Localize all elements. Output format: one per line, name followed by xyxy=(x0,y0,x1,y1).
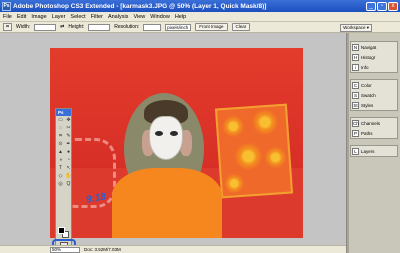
clone-stamp-icon[interactable]: ▲ xyxy=(57,149,64,156)
document-size-info[interactable]: Doc: 3.52M/7.03M xyxy=(84,247,121,252)
photoshop-app-icon: Ps xyxy=(2,1,11,11)
menu-layer[interactable]: Layer xyxy=(52,14,66,20)
panel-paths[interactable]: P Paths xyxy=(351,128,397,138)
tools-panel-header[interactable]: Ps xyxy=(56,109,71,116)
eraser-tool-icon[interactable]: ◑ xyxy=(57,157,64,164)
panel-label: Info xyxy=(361,64,369,70)
flower xyxy=(263,145,288,170)
panel-dock: N Navigat H Histogr i Info C Color S Swa… xyxy=(346,33,400,253)
document-canvas[interactable] xyxy=(50,48,303,238)
close-button[interactable]: x xyxy=(388,1,398,11)
color-icon: C xyxy=(352,81,359,89)
healing-brush-icon[interactable]: ⊙ xyxy=(57,141,64,148)
dock-collapse-strip[interactable] xyxy=(347,33,349,253)
swatches-icon: S xyxy=(352,91,359,99)
crop-tool-icon[interactable]: ⌗ xyxy=(57,133,64,140)
panel-histogram[interactable]: H Histogr xyxy=(351,52,397,62)
panel-label: Layers xyxy=(361,148,375,154)
panel-label: Paths xyxy=(361,130,373,136)
layers-icon: L xyxy=(352,147,359,155)
brush-tool-icon[interactable]: ✒ xyxy=(65,141,72,148)
lasso-tool-icon[interactable]: ◌ xyxy=(57,125,64,132)
paths-icon: P xyxy=(352,129,359,137)
panel-label: Histogr xyxy=(361,54,376,60)
orange-shirt xyxy=(112,168,222,238)
panel-label: Channels xyxy=(361,120,381,126)
hand-tool-icon[interactable]: ✋ xyxy=(65,173,72,180)
height-field[interactable] xyxy=(88,23,111,31)
resolution-field[interactable] xyxy=(143,23,162,31)
panel-color[interactable]: C Color xyxy=(351,80,397,90)
styles-icon: St xyxy=(352,101,359,109)
path-selection-icon[interactable]: ↖ xyxy=(65,165,72,172)
crop-tool-icon[interactable]: ⌗ xyxy=(3,23,12,31)
mask-eye xyxy=(155,131,163,136)
move-tool-icon[interactable]: ✥ xyxy=(65,117,72,124)
flower xyxy=(251,108,279,137)
panel-layers[interactable]: L Layers xyxy=(351,146,397,156)
menu-select[interactable]: Select xyxy=(70,14,85,20)
slice-tool-icon[interactable]: ✎ xyxy=(65,133,72,140)
status-bar: 50% Doc: 3.52M/7.03M xyxy=(0,245,346,253)
marquee-tool-icon[interactable]: ▭ xyxy=(57,117,64,124)
zoom-tool-icon[interactable]: ◎ xyxy=(57,181,64,188)
title-bar: Ps Adobe Photoshop CS3 Extended - [karma… xyxy=(0,0,400,12)
history-brush-icon[interactable]: ● xyxy=(65,149,72,156)
resolution-label: Resolution: xyxy=(114,24,140,30)
window-controls: _ ▫ x xyxy=(366,1,398,11)
panel-group-channels: Ch Channels P Paths xyxy=(350,117,398,139)
front-image-button[interactable]: Front Image xyxy=(195,23,228,31)
panel-group-layers: L Layers xyxy=(350,145,398,157)
info-icon: i xyxy=(352,63,359,71)
panel-styles[interactable]: St Styles xyxy=(351,100,397,110)
clear-button[interactable]: Clear xyxy=(231,23,251,31)
panel-group-navigator: N Navigat H Histogr i Info xyxy=(350,41,398,73)
flower xyxy=(223,172,245,195)
quick-selection-tool-icon[interactable]: ✂ xyxy=(65,125,72,132)
menu-view[interactable]: View xyxy=(133,14,145,20)
menu-filter[interactable]: Filter xyxy=(91,14,103,20)
panel-group-color: C Color S Swatch St Styles xyxy=(350,79,398,111)
flower-painting xyxy=(214,103,294,199)
foreground-color-swatch[interactable] xyxy=(58,227,65,234)
face-mask xyxy=(149,116,183,160)
minimize-button[interactable]: _ xyxy=(366,1,376,11)
shape-tool-icon[interactable]: ◇ xyxy=(57,173,64,180)
panel-info[interactable]: i Info xyxy=(351,62,397,72)
window-title: Adobe Photoshop CS3 Extended - [karmask3… xyxy=(13,2,267,10)
canvas-area: 9:18 Ps ▭ ✥ ◌ ✂ ⌗ ✎ ⊙ ✒ ▲ ● ◑ ◔ T ↖ ◇ ✋ … xyxy=(0,33,346,253)
channels-icon: Ch xyxy=(352,119,359,127)
menu-edit[interactable]: Edit xyxy=(17,14,26,20)
type-tool-icon[interactable]: T xyxy=(57,165,64,172)
menu-file[interactable]: File xyxy=(3,14,12,20)
zoom-level-field[interactable]: 50% xyxy=(50,247,80,253)
menu-bar: File Edit Image Layer Select Filter Anal… xyxy=(0,12,400,22)
menu-help[interactable]: Help xyxy=(175,14,186,20)
menu-analysis[interactable]: Analysis xyxy=(108,14,128,20)
menu-window[interactable]: Window xyxy=(150,14,170,20)
mask-eye xyxy=(170,131,178,136)
flower xyxy=(221,114,245,139)
panel-label: Swatch xyxy=(361,92,376,98)
panel-navigator[interactable]: N Navigat xyxy=(351,42,397,52)
panel-channels[interactable]: Ch Channels xyxy=(351,118,397,128)
maximize-button[interactable]: ▫ xyxy=(377,1,387,11)
gradient-tool-icon[interactable]: ◔ xyxy=(65,157,72,164)
panel-swatches[interactable]: S Swatch xyxy=(351,90,397,100)
resolution-unit-select[interactable]: pixels/inch xyxy=(165,23,192,31)
flower xyxy=(233,141,264,172)
workspace-button[interactable]: Workspace ▾ xyxy=(340,24,372,32)
height-label: Height: xyxy=(68,24,85,30)
navigator-icon: N xyxy=(352,43,359,51)
histogram-icon: H xyxy=(352,53,359,61)
swap-icon[interactable]: ⇄ xyxy=(60,24,64,30)
panel-label: Navigat xyxy=(361,44,377,50)
menu-image[interactable]: Image xyxy=(31,14,46,20)
panel-label: Color xyxy=(361,82,372,88)
width-field[interactable] xyxy=(34,23,57,31)
tools-panel: Ps ▭ ✥ ◌ ✂ ⌗ ✎ ⊙ ✒ ▲ ● ◑ ◔ T ↖ ◇ ✋ ◎ Q xyxy=(52,108,76,253)
width-label: Width: xyxy=(16,24,31,30)
panel-label: Styles xyxy=(361,102,374,108)
note-tool-icon[interactable]: Q xyxy=(65,181,72,188)
